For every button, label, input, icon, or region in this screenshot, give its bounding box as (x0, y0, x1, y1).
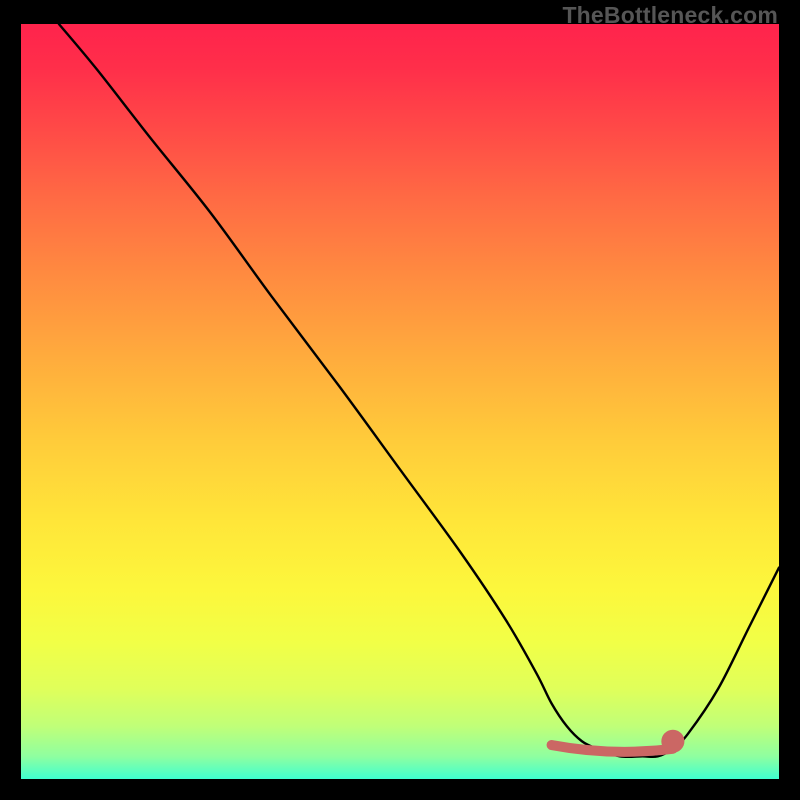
marker-end-dot (661, 730, 684, 753)
watermark-text: TheBottleneck.com (562, 2, 778, 29)
chart-svg (21, 24, 779, 779)
marker-band (552, 745, 673, 752)
chart-frame: TheBottleneck.com (0, 0, 800, 800)
bottleneck-curve (59, 24, 779, 757)
